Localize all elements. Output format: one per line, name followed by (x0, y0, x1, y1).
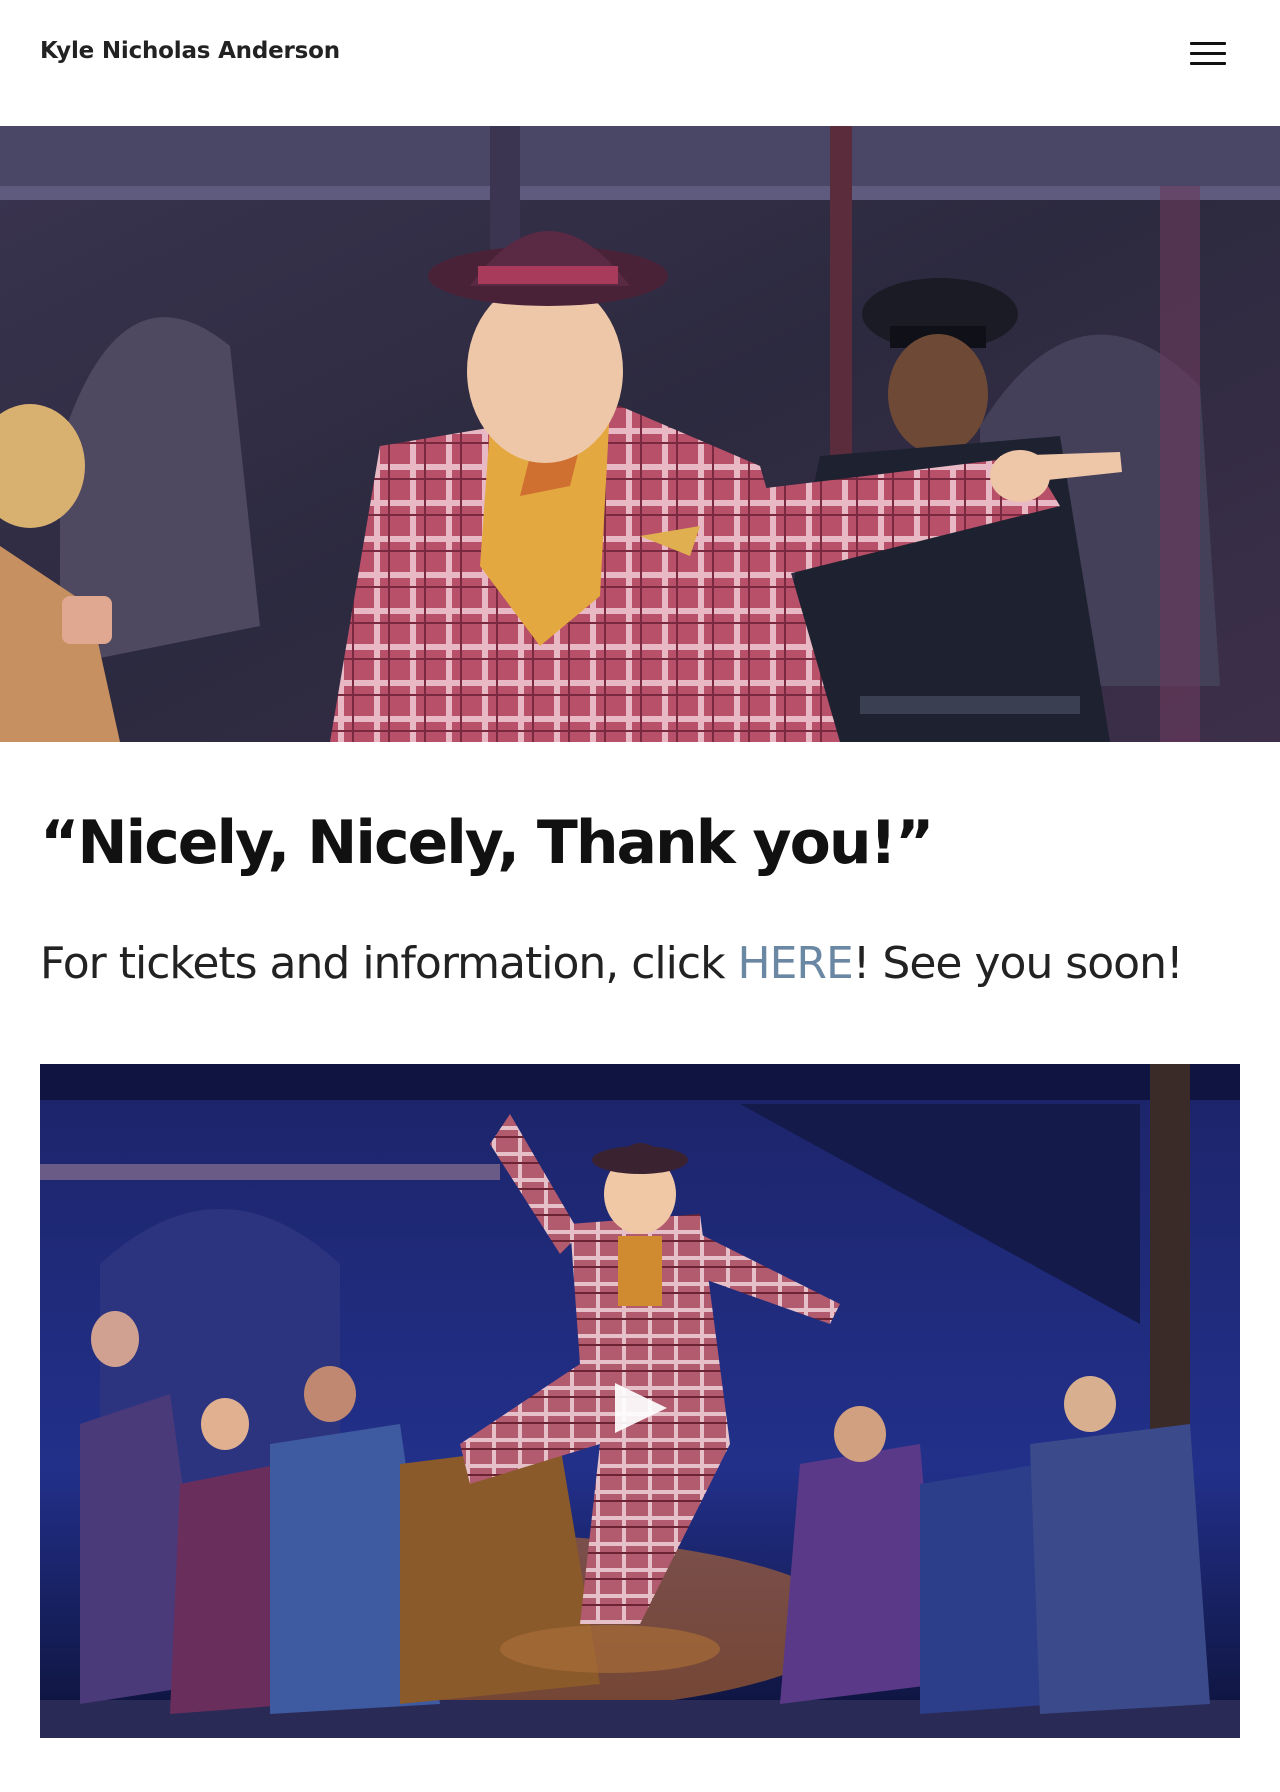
tickets-text-after: ! See you soon! (852, 938, 1184, 989)
video-player[interactable] (40, 1064, 1240, 1738)
tickets-text-before: For tickets and information, click (40, 938, 738, 989)
tickets-link[interactable]: HERE (738, 938, 854, 989)
page-heading: “Nicely, Nicely, Thank you!” (40, 808, 934, 878)
site-title-link[interactable]: Kyle Nicholas Anderson (40, 38, 340, 64)
play-icon[interactable] (609, 1377, 671, 1439)
tickets-paragraph: For tickets and information, click HERE!… (40, 938, 1184, 989)
hamburger-menu-icon[interactable] (1188, 40, 1228, 70)
site-header: Kyle Nicholas Anderson (0, 0, 1280, 126)
hero-image (0, 126, 1280, 742)
